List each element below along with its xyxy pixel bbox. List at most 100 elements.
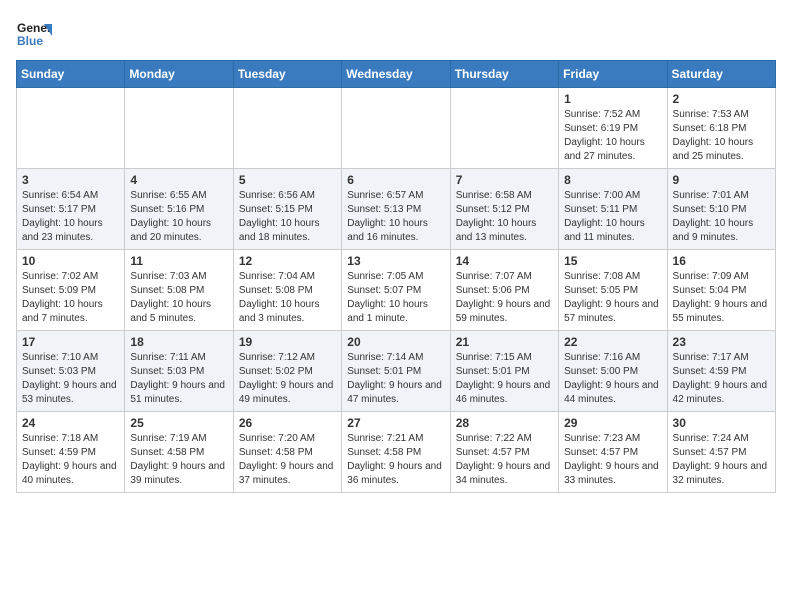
- calendar-cell: 20Sunrise: 7:14 AM Sunset: 5:01 PM Dayli…: [342, 331, 450, 412]
- day-info: Sunrise: 7:05 AM Sunset: 5:07 PM Dayligh…: [347, 270, 444, 326]
- day-header-tuesday: Tuesday: [233, 61, 341, 88]
- calendar-cell: 4 Sunrise: 6:55 AM Sunset: 5:16 PM Daylig…: [125, 169, 233, 250]
- calendar-cell: 15 Sunrise: 7:08 AM Sunset: 5:05 PM Dayli…: [559, 250, 667, 331]
- calendar-week-row: 24 Sunrise: 7:18 AM Sunset: 4:59 PM Dayli…: [17, 412, 776, 493]
- day-number: 25: [130, 416, 227, 430]
- day-number: 24: [22, 416, 119, 430]
- day-number: 27: [347, 416, 444, 430]
- logo-icon: General Blue: [16, 16, 52, 52]
- day-number: 8: [564, 173, 661, 187]
- calendar-cell: 29 Sunrise: 7:23 AM Sunset: 4:57 PM Dayli…: [559, 412, 667, 493]
- calendar-cell: 13 Sunrise: 7:05 AM Sunset: 5:07 PM Dayli…: [342, 250, 450, 331]
- day-info: Sunrise: 7:16 AM Sunset: 5:00 PM Dayligh…: [564, 351, 661, 407]
- day-info: Sunrise: 7:00 AM Sunset: 5:11 PM Dayligh…: [564, 189, 661, 245]
- day-number: 26: [239, 416, 336, 430]
- day-number: 21: [456, 335, 553, 349]
- day-number: 15: [564, 254, 661, 268]
- calendar-cell: 17Sunrise: 7:10 AM Sunset: 5:03 PM Dayli…: [17, 331, 125, 412]
- day-number: 13: [347, 254, 444, 268]
- day-number: 17: [22, 335, 119, 349]
- calendar-cell: 10Sunrise: 7:02 AM Sunset: 5:09 PM Dayli…: [17, 250, 125, 331]
- day-info: Sunrise: 7:04 AM Sunset: 5:08 PM Dayligh…: [239, 270, 336, 326]
- calendar-cell: 24 Sunrise: 7:18 AM Sunset: 4:59 PM Dayli…: [17, 412, 125, 493]
- svg-text:Blue: Blue: [17, 34, 43, 48]
- day-info: Sunrise: 7:52 AM Sunset: 6:19 PM Dayligh…: [564, 108, 661, 164]
- calendar-cell: [125, 88, 233, 169]
- day-number: 18: [130, 335, 227, 349]
- day-number: 29: [564, 416, 661, 430]
- day-number: 11: [130, 254, 227, 268]
- calendar-cell: 27 Sunrise: 7:21 AM Sunset: 4:58 PM Dayli…: [342, 412, 450, 493]
- logo: General Blue: [16, 16, 56, 52]
- calendar-cell: 9 Sunrise: 7:01 AM Sunset: 5:10 PM Daylig…: [667, 169, 775, 250]
- calendar-header-row: SundayMondayTuesdayWednesdayThursdayFrid…: [17, 61, 776, 88]
- calendar-cell: [450, 88, 558, 169]
- day-number: 7: [456, 173, 553, 187]
- day-number: 10: [22, 254, 119, 268]
- day-info: Sunrise: 7:14 AM Sunset: 5:01 PM Dayligh…: [347, 351, 444, 407]
- calendar-cell: 30 Sunrise: 7:24 AM Sunset: 4:57 PM Dayli…: [667, 412, 775, 493]
- day-header-monday: Monday: [125, 61, 233, 88]
- calendar-cell: [17, 88, 125, 169]
- day-number: 19: [239, 335, 336, 349]
- calendar-cell: 21Sunrise: 7:15 AM Sunset: 5:01 PM Dayli…: [450, 331, 558, 412]
- calendar-cell: 7 Sunrise: 6:58 AM Sunset: 5:12 PM Daylig…: [450, 169, 558, 250]
- day-header-thursday: Thursday: [450, 61, 558, 88]
- day-number: 16: [673, 254, 770, 268]
- day-number: 6: [347, 173, 444, 187]
- calendar-cell: 11 Sunrise: 7:03 AM Sunset: 5:08 PM Dayli…: [125, 250, 233, 331]
- day-info: Sunrise: 7:11 AM Sunset: 5:03 PM Dayligh…: [130, 351, 227, 407]
- calendar-cell: 1 Sunrise: 7:52 AM Sunset: 6:19 PM Daylig…: [559, 88, 667, 169]
- calendar-cell: 28 Sunrise: 7:22 AM Sunset: 4:57 PM Dayli…: [450, 412, 558, 493]
- day-number: 9: [673, 173, 770, 187]
- day-number: 28: [456, 416, 553, 430]
- calendar-week-row: 3 Sunrise: 6:54 AM Sunset: 5:17 PM Daylig…: [17, 169, 776, 250]
- calendar-table: SundayMondayTuesdayWednesdayThursdayFrid…: [16, 60, 776, 493]
- day-info: Sunrise: 7:22 AM Sunset: 4:57 PM Dayligh…: [456, 432, 553, 488]
- calendar-cell: 16Sunrise: 7:09 AM Sunset: 5:04 PM Dayli…: [667, 250, 775, 331]
- day-info: Sunrise: 7:20 AM Sunset: 4:58 PM Dayligh…: [239, 432, 336, 488]
- calendar-cell: 14 Sunrise: 7:07 AM Sunset: 5:06 PM Dayli…: [450, 250, 558, 331]
- day-header-sunday: Sunday: [17, 61, 125, 88]
- day-number: 2: [673, 92, 770, 106]
- day-info: Sunrise: 6:58 AM Sunset: 5:12 PM Dayligh…: [456, 189, 553, 245]
- calendar-cell: 23 Sunrise: 7:17 AM Sunset: 4:59 PM Dayli…: [667, 331, 775, 412]
- calendar-cell: [342, 88, 450, 169]
- day-number: 23: [673, 335, 770, 349]
- day-number: 1: [564, 92, 661, 106]
- calendar-week-row: 1 Sunrise: 7:52 AM Sunset: 6:19 PM Daylig…: [17, 88, 776, 169]
- calendar-week-row: 10Sunrise: 7:02 AM Sunset: 5:09 PM Dayli…: [17, 250, 776, 331]
- calendar-cell: 8 Sunrise: 7:00 AM Sunset: 5:11 PM Daylig…: [559, 169, 667, 250]
- day-number: 22: [564, 335, 661, 349]
- day-info: Sunrise: 7:23 AM Sunset: 4:57 PM Dayligh…: [564, 432, 661, 488]
- day-info: Sunrise: 7:17 AM Sunset: 4:59 PM Dayligh…: [673, 351, 770, 407]
- day-info: Sunrise: 6:56 AM Sunset: 5:15 PM Dayligh…: [239, 189, 336, 245]
- day-number: 30: [673, 416, 770, 430]
- day-info: Sunrise: 7:01 AM Sunset: 5:10 PM Dayligh…: [673, 189, 770, 245]
- day-number: 4: [130, 173, 227, 187]
- day-number: 3: [22, 173, 119, 187]
- day-info: Sunrise: 6:55 AM Sunset: 5:16 PM Dayligh…: [130, 189, 227, 245]
- day-info: Sunrise: 7:21 AM Sunset: 4:58 PM Dayligh…: [347, 432, 444, 488]
- day-number: 14: [456, 254, 553, 268]
- day-info: Sunrise: 7:07 AM Sunset: 5:06 PM Dayligh…: [456, 270, 553, 326]
- day-info: Sunrise: 7:12 AM Sunset: 5:02 PM Dayligh…: [239, 351, 336, 407]
- calendar-cell: 19 Sunrise: 7:12 AM Sunset: 5:02 PM Dayli…: [233, 331, 341, 412]
- calendar-cell: 18 Sunrise: 7:11 AM Sunset: 5:03 PM Dayli…: [125, 331, 233, 412]
- day-number: 12: [239, 254, 336, 268]
- calendar-week-row: 17Sunrise: 7:10 AM Sunset: 5:03 PM Dayli…: [17, 331, 776, 412]
- calendar-cell: 25 Sunrise: 7:19 AM Sunset: 4:58 PM Dayli…: [125, 412, 233, 493]
- calendar-cell: 5Sunrise: 6:56 AM Sunset: 5:15 PM Daylig…: [233, 169, 341, 250]
- day-info: Sunrise: 7:08 AM Sunset: 5:05 PM Dayligh…: [564, 270, 661, 326]
- day-header-saturday: Saturday: [667, 61, 775, 88]
- calendar-cell: 2Sunrise: 7:53 AM Sunset: 6:18 PM Daylig…: [667, 88, 775, 169]
- day-info: Sunrise: 7:03 AM Sunset: 5:08 PM Dayligh…: [130, 270, 227, 326]
- calendar-cell: 12 Sunrise: 7:04 AM Sunset: 5:08 PM Dayli…: [233, 250, 341, 331]
- day-info: Sunrise: 7:18 AM Sunset: 4:59 PM Dayligh…: [22, 432, 119, 488]
- day-header-friday: Friday: [559, 61, 667, 88]
- calendar-cell: 22 Sunrise: 7:16 AM Sunset: 5:00 PM Dayli…: [559, 331, 667, 412]
- day-info: Sunrise: 7:19 AM Sunset: 4:58 PM Dayligh…: [130, 432, 227, 488]
- calendar-cell: 3 Sunrise: 6:54 AM Sunset: 5:17 PM Daylig…: [17, 169, 125, 250]
- day-info: Sunrise: 7:24 AM Sunset: 4:57 PM Dayligh…: [673, 432, 770, 488]
- day-info: Sunrise: 6:54 AM Sunset: 5:17 PM Dayligh…: [22, 189, 119, 245]
